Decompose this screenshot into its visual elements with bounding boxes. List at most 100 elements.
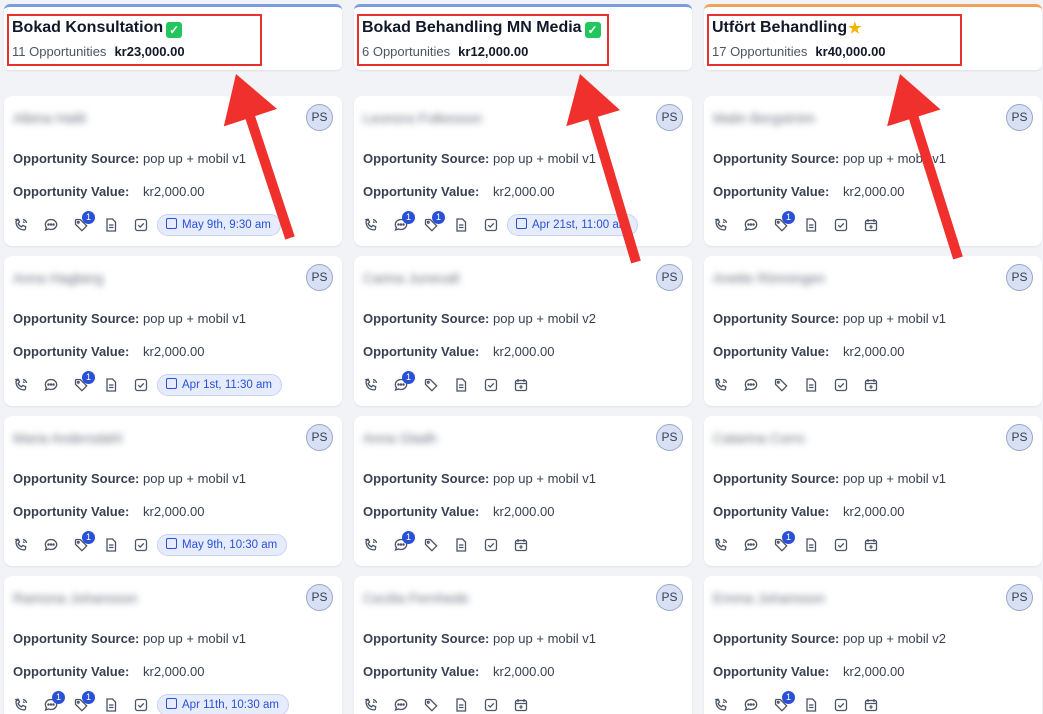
contact-name[interactable]: Emma Johansson	[713, 590, 825, 606]
phone-icon[interactable]	[13, 377, 29, 393]
chat-icon[interactable]: 1	[393, 371, 415, 393]
assignee-avatar[interactable]: PS	[656, 424, 683, 451]
calendar-add-icon[interactable]	[513, 537, 529, 553]
checkbox-icon[interactable]	[833, 377, 849, 393]
opportunity-card[interactable]: Ramona Johansson PS Opportunity Source: pop…	[4, 576, 342, 714]
chat-icon[interactable]	[43, 377, 59, 393]
opportunity-card[interactable]: Cecilia Fernhede PS Opportunity Source: pop…	[354, 576, 692, 714]
checkbox-icon[interactable]	[133, 537, 149, 553]
assignee-avatar[interactable]: PS	[1006, 584, 1033, 611]
opportunity-card[interactable]: Albina Halili PS Opportunity Source: pop up…	[4, 96, 342, 246]
tag-icon[interactable]	[423, 697, 439, 713]
tag-icon[interactable]	[773, 377, 789, 393]
appointment-pill[interactable]: Apr 21st, 11:00 am	[507, 214, 639, 236]
assignee-avatar[interactable]: PS	[306, 104, 333, 131]
phone-icon[interactable]	[363, 377, 379, 393]
contact-name[interactable]: Leonora Folkesson	[363, 110, 482, 126]
phone-icon[interactable]	[13, 697, 29, 713]
checkbox-icon[interactable]	[833, 697, 849, 713]
chat-icon[interactable]	[43, 217, 59, 233]
phone-icon[interactable]	[13, 537, 29, 553]
column-header[interactable]: Utfört Behandling★ 17 Opportunities kr40,0…	[704, 4, 1042, 70]
chat-icon[interactable]	[743, 377, 759, 393]
phone-icon[interactable]	[713, 697, 729, 713]
document-icon[interactable]	[103, 697, 119, 713]
tag-icon[interactable]: 1	[73, 371, 95, 393]
contact-name[interactable]: Anna Hagberg	[13, 270, 103, 286]
chat-icon[interactable]: 1	[393, 531, 415, 553]
column-header[interactable]: Bokad Behandling MN Media ✓ 6 Opportunitie…	[354, 4, 692, 70]
chat-icon[interactable]	[43, 537, 59, 553]
opportunity-card[interactable]: Maria Andersdahl PS Opportunity Source: pop…	[4, 416, 342, 566]
checkbox-icon[interactable]	[133, 217, 149, 233]
tag-icon[interactable]: 1	[773, 531, 795, 553]
chat-icon[interactable]	[743, 697, 759, 713]
appointment-pill[interactable]: May 9th, 10:30 am	[157, 534, 288, 556]
contact-name[interactable]: Cecilia Fernhede	[363, 590, 469, 606]
contact-name[interactable]: Anna Gladh	[363, 430, 437, 446]
checkbox-icon[interactable]	[483, 697, 499, 713]
tag-icon[interactable]	[423, 537, 439, 553]
calendar-add-icon[interactable]	[863, 377, 879, 393]
tag-icon[interactable]	[423, 377, 439, 393]
tag-icon[interactable]: 1	[423, 211, 445, 233]
tag-icon[interactable]: 1	[773, 691, 795, 713]
assignee-avatar[interactable]: PS	[1006, 264, 1033, 291]
opportunity-card[interactable]: Anna Hagberg PS Opportunity Source: pop up …	[4, 256, 342, 406]
assignee-avatar[interactable]: PS	[306, 584, 333, 611]
checkbox-icon[interactable]	[483, 217, 499, 233]
document-icon[interactable]	[103, 217, 119, 233]
contact-name[interactable]: Catarina Corro	[713, 430, 805, 446]
contact-name[interactable]: Ramona Johansson	[13, 590, 138, 606]
checkbox-icon[interactable]	[133, 697, 149, 713]
assignee-avatar[interactable]: PS	[656, 104, 683, 131]
assignee-avatar[interactable]: PS	[656, 264, 683, 291]
document-icon[interactable]	[803, 217, 819, 233]
opportunity-card[interactable]: Carina Junevall PS Opportunity Source: pop …	[354, 256, 692, 406]
opportunity-card[interactable]: Anette Rönningen PS Opportunity Source: pop…	[704, 256, 1042, 406]
appointment-pill[interactable]: Apr 1st, 11:30 am	[157, 374, 282, 396]
document-icon[interactable]	[453, 537, 469, 553]
assignee-avatar[interactable]: PS	[1006, 104, 1033, 131]
chat-icon[interactable]	[743, 537, 759, 553]
calendar-add-icon[interactable]	[513, 377, 529, 393]
contact-name[interactable]: Maria Andersdahl	[13, 430, 122, 446]
tag-icon[interactable]: 1	[73, 531, 95, 553]
contact-name[interactable]: Anette Rönningen	[713, 270, 825, 286]
document-icon[interactable]	[103, 537, 119, 553]
phone-icon[interactable]	[363, 537, 379, 553]
phone-icon[interactable]	[713, 377, 729, 393]
tag-icon[interactable]: 1	[773, 211, 795, 233]
checkbox-icon[interactable]	[483, 537, 499, 553]
tag-icon[interactable]: 1	[73, 691, 95, 713]
contact-name[interactable]: Malin Bergström	[713, 110, 815, 126]
opportunity-card[interactable]: Leonora Folkesson PS Opportunity Source: po…	[354, 96, 692, 246]
contact-name[interactable]: Carina Junevall	[363, 270, 460, 286]
checkbox-icon[interactable]	[833, 217, 849, 233]
contact-name[interactable]: Albina Halili	[13, 110, 86, 126]
calendar-add-icon[interactable]	[863, 217, 879, 233]
assignee-avatar[interactable]: PS	[1006, 424, 1033, 451]
phone-icon[interactable]	[713, 217, 729, 233]
document-icon[interactable]	[803, 377, 819, 393]
assignee-avatar[interactable]: PS	[656, 584, 683, 611]
calendar-add-icon[interactable]	[513, 697, 529, 713]
chat-icon[interactable]: 1	[393, 211, 415, 233]
chat-icon[interactable]: 1	[43, 691, 65, 713]
appointment-pill[interactable]: Apr 11th, 10:30 am	[157, 694, 289, 714]
calendar-add-icon[interactable]	[863, 537, 879, 553]
column-header[interactable]: Bokad Konsultation ✓ 11 Opportunities kr23,…	[4, 4, 342, 70]
opportunity-card[interactable]: Catarina Corro PS Opportunity Source: pop u…	[704, 416, 1042, 566]
document-icon[interactable]	[453, 217, 469, 233]
opportunity-card[interactable]: Emma Johansson PS Opportunity Source: pop u…	[704, 576, 1042, 714]
assignee-avatar[interactable]: PS	[306, 264, 333, 291]
phone-icon[interactable]	[13, 217, 29, 233]
phone-icon[interactable]	[713, 537, 729, 553]
opportunity-card[interactable]: Malin Bergström PS Opportunity Source: pop …	[704, 96, 1042, 246]
tag-icon[interactable]: 1	[73, 211, 95, 233]
phone-icon[interactable]	[363, 217, 379, 233]
document-icon[interactable]	[453, 377, 469, 393]
checkbox-icon[interactable]	[133, 377, 149, 393]
checkbox-icon[interactable]	[833, 537, 849, 553]
opportunity-card[interactable]: Anna Gladh PS Opportunity Source: pop up + …	[354, 416, 692, 566]
